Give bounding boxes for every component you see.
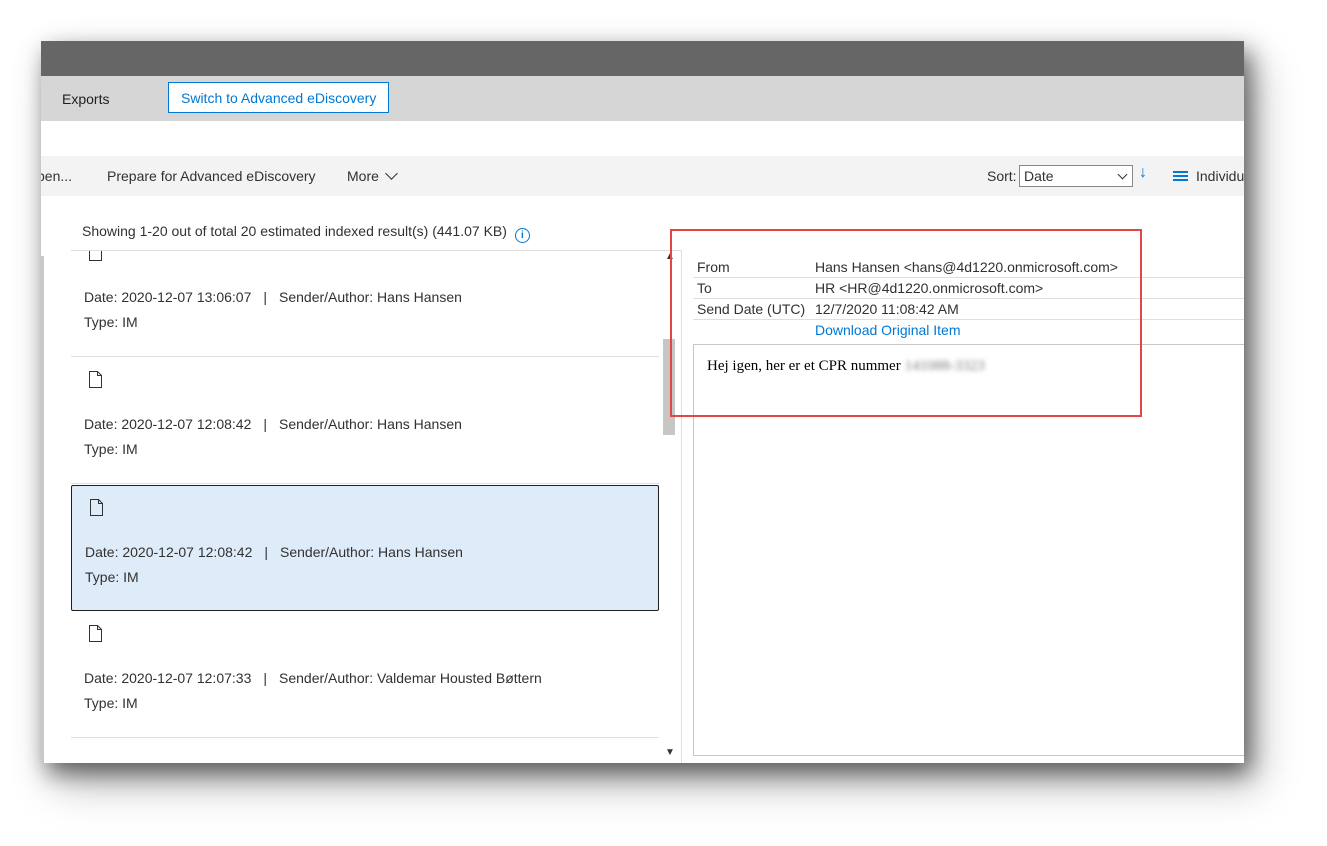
message-body-text: Hej igen, her er et CPR nummer 141088-332… [707, 358, 985, 375]
item-separator: | [263, 416, 267, 432]
download-original-item-link[interactable]: Download Original Item [815, 322, 961, 338]
tab-exports[interactable]: Exports [62, 91, 109, 107]
sort-label: Sort: [987, 168, 1017, 184]
from-row: From Hans Hansen <hans@4d1220.onmicrosof… [693, 257, 1244, 278]
chevron-down-icon [1117, 169, 1128, 180]
results-scrollbar[interactable]: ▲ ▼ [661, 251, 677, 763]
left-panel-edge [41, 256, 44, 763]
body-text: Hej igen, her er et CPR nummer [707, 358, 901, 374]
list-item-selected[interactable]: Date: 2020-12-07 12:08:42 | Sender/Author:… [71, 485, 659, 611]
item-separator: | [263, 289, 267, 305]
send-date-label: Send Date (UTC) [697, 301, 806, 317]
panel-divider [681, 250, 682, 763]
item-type: Type: IM [84, 441, 138, 457]
scroll-down-arrow-icon[interactable]: ▼ [665, 747, 675, 758]
sort-select[interactable]: Date [1019, 165, 1133, 187]
download-row: Download Original Item [693, 320, 1244, 340]
item-sender: Sender/Author: Hans Hansen [279, 416, 462, 432]
to-value: HR <HR@4d1220.onmicrosoft.com> [815, 280, 1044, 296]
more-label: More [347, 168, 379, 184]
item-sender: Sender/Author: Hans Hansen [279, 289, 462, 305]
list-item[interactable]: Date: 2020-12-07 13:06:07 | Sender/Author:… [71, 251, 659, 357]
switch-to-advanced-ediscovery-button[interactable]: Switch to Advanced eDiscovery [168, 82, 390, 113]
chevron-down-icon [385, 167, 398, 180]
sort-select-value: Date [1024, 168, 1054, 184]
list-item[interactable]: Date: 2020-12-07 12:08:42 | Sender/Author:… [71, 358, 659, 484]
top-header-bar [41, 41, 1244, 76]
results-summary-text: Showing 1-20 out of total 20 estimated i… [82, 223, 507, 239]
open-command[interactable]: pen... [41, 168, 72, 184]
item-meta: Date: 2020-12-07 13:06:07 | Sender/Author:… [84, 289, 462, 305]
document-icon [89, 625, 102, 642]
more-menu-button[interactable]: More [347, 167, 398, 184]
item-separator: | [264, 544, 268, 560]
document-icon [90, 499, 103, 516]
tab-bar: Exports Switch to Advanced eDiscovery [41, 76, 1244, 121]
from-label: From [697, 259, 730, 275]
list-view-icon[interactable] [1173, 171, 1188, 182]
to-row: To HR <HR@4d1220.onmicrosoft.com> [693, 278, 1244, 299]
item-meta: Date: 2020-12-07 12:08:42 | Sender/Author:… [85, 544, 463, 560]
list-item[interactable]: Date: 2020-12-07 12:07:33 | Sender/Author:… [71, 612, 659, 738]
command-bar: pen... Prepare for Advanced eDiscovery M… [41, 156, 1244, 196]
item-type: Type: IM [84, 695, 138, 711]
item-sender: Sender/Author: Hans Hansen [280, 544, 463, 560]
item-meta: Date: 2020-12-07 12:08:42 | Sender/Author:… [84, 416, 462, 432]
from-value: Hans Hansen <hans@4d1220.onmicrosoft.com… [815, 259, 1118, 275]
results-summary: Showing 1-20 out of total 20 estimated i… [82, 223, 530, 243]
message-preview-pane: From Hans Hansen <hans@4d1220.onmicrosof… [693, 253, 1244, 756]
send-date-row: Send Date (UTC) 12/7/2020 11:08:42 AM [693, 299, 1244, 320]
view-mode-button[interactable]: Individu [1196, 168, 1244, 184]
prepare-advanced-ediscovery-command[interactable]: Prepare for Advanced eDiscovery [107, 168, 316, 184]
ediscovery-window: Exports Switch to Advanced eDiscovery pe… [41, 41, 1244, 763]
item-date: Date: 2020-12-07 12:08:42 [84, 416, 252, 432]
item-separator: | [263, 670, 267, 686]
send-date-value: 12/7/2020 11:08:42 AM [815, 301, 959, 317]
sort-descending-arrow-icon[interactable]: ↓ [1139, 164, 1147, 182]
item-date: Date: 2020-12-07 12:07:33 [84, 670, 252, 686]
item-date: Date: 2020-12-07 12:08:42 [85, 544, 253, 560]
redacted-cpr-number: 141088-3323 [904, 358, 985, 374]
item-meta: Date: 2020-12-07 12:07:33 | Sender/Author:… [84, 670, 542, 686]
scrollbar-thumb[interactable] [663, 339, 675, 435]
scroll-up-arrow-icon[interactable]: ▲ [665, 251, 675, 262]
document-icon [89, 251, 102, 261]
info-icon[interactable]: i [514, 228, 530, 243]
item-type: Type: IM [85, 569, 139, 585]
message-header-table: From Hans Hansen <hans@4d1220.onmicrosof… [693, 257, 1244, 340]
to-label: To [697, 280, 712, 296]
item-type: Type: IM [84, 314, 138, 330]
item-sender: Sender/Author: Valdemar Housted Bøttern [279, 670, 542, 686]
results-list: Date: 2020-12-07 13:06:07 | Sender/Author:… [71, 251, 659, 763]
message-body: Hej igen, her er et CPR nummer 141088-332… [693, 344, 1244, 756]
document-icon [89, 371, 102, 388]
item-date: Date: 2020-12-07 13:06:07 [84, 289, 252, 305]
